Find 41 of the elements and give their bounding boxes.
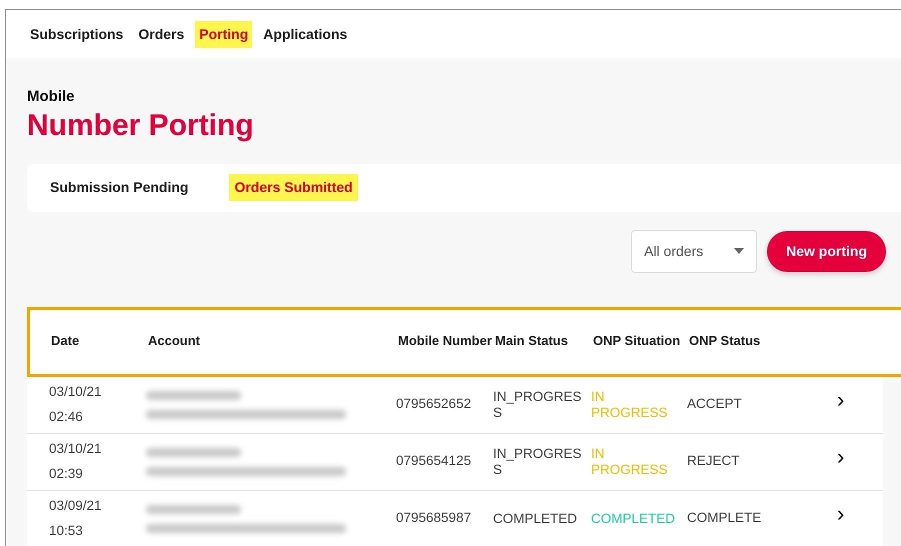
situation-text: IN PROGRESS bbox=[591, 388, 669, 420]
status-text: REJECT bbox=[687, 452, 741, 470]
status-text: ACCEPT bbox=[687, 395, 743, 414]
table-cell-text: 0795654125 bbox=[396, 452, 472, 470]
nav-link[interactable]: Porting bbox=[195, 20, 252, 48]
column-header: Account bbox=[148, 333, 201, 350]
status-text: IN_PROGRESS bbox=[493, 446, 583, 478]
nav-link[interactable]: Subscriptions bbox=[26, 20, 128, 48]
table-cell-text: 0795652652 bbox=[396, 395, 472, 414]
date-text: 03/10/21 bbox=[49, 383, 103, 402]
nav-link[interactable]: Orders bbox=[134, 20, 188, 48]
order-filter-dropdown[interactable]: All orders bbox=[631, 230, 758, 272]
column-header: Date bbox=[51, 333, 80, 350]
time-text: 02:39 bbox=[49, 464, 84, 482]
section-label: Mobile bbox=[27, 87, 76, 107]
page-title: Number Porting bbox=[27, 108, 255, 142]
table-row[interactable]: 03/09/21 10:53 0795685987 COMPLETED COMPLETED COMPLETE › bbox=[27, 490, 883, 546]
dropdown-caret-icon bbox=[734, 248, 744, 254]
column-header: Main Status bbox=[495, 333, 569, 350]
table-row[interactable]: 03/10/21 02:39 0795654125 IN_PROGRESS IN PROGRESS REJECT › bbox=[27, 434, 883, 490]
chevron[interactable]: › bbox=[837, 502, 879, 524]
column-header: Mobile Number bbox=[398, 333, 493, 350]
table-row[interactable]: 03/10/21 02:46 0795652652 IN_PROGRESS IN PROGRESS ACCEPT › bbox=[27, 376, 883, 434]
time-text: 10:53 bbox=[49, 522, 84, 540]
tab[interactable]: Orders Submitted bbox=[229, 174, 358, 201]
date-text: 03/10/21 bbox=[49, 440, 103, 458]
situation-text: IN PROGRESS bbox=[591, 446, 669, 478]
chevron[interactable]: › bbox=[837, 388, 879, 410]
column-header: ONP Situation bbox=[593, 333, 682, 350]
situation-text: COMPLETED bbox=[591, 510, 676, 526]
status-text: COMPLETE bbox=[687, 509, 762, 528]
nav-link[interactable]: Applications bbox=[259, 20, 352, 48]
time-text: 02:46 bbox=[49, 408, 84, 426]
table-cell-text: 0795685987 bbox=[396, 509, 472, 528]
date-text: 03/09/21 bbox=[49, 497, 103, 516]
tab[interactable]: Submission Pending bbox=[45, 174, 194, 201]
status-text: IN_PROGRESS bbox=[493, 388, 583, 420]
column-header: ONP Status bbox=[689, 333, 762, 350]
new-porting-button[interactable]: New porting bbox=[767, 230, 886, 272]
chevron[interactable]: › bbox=[837, 446, 879, 468]
status-text: COMPLETED bbox=[493, 510, 578, 526]
